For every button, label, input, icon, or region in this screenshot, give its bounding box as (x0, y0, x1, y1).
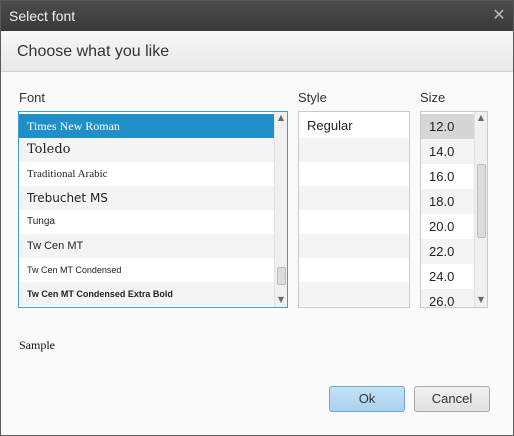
scroll-up-icon[interactable]: ▲ (475, 112, 487, 124)
scroll-down-icon[interactable]: ▼ (275, 294, 287, 306)
font-list-scroll-thumb[interactable] (277, 267, 286, 285)
size-list[interactable]: 12.0 14.0 16.0 18.0 20.0 22.0 24.0 26.0 ▲ ▼ (420, 111, 488, 308)
size-list-scroll-thumb[interactable] (477, 164, 486, 238)
window-title: Select font (9, 8, 76, 24)
size-list-item[interactable]: 22.0 (421, 239, 474, 264)
size-list-item[interactable]: 12.0 (421, 114, 474, 139)
size-list-item[interactable]: 16.0 (421, 164, 474, 189)
sample-text: Sample (19, 338, 55, 352)
title-bar: Select font ✕ (1, 1, 513, 31)
dialog-header: Choose what you like (1, 31, 513, 72)
font-list-item[interactable]: Tw Cen MT Condensed Extra Bold (19, 282, 274, 306)
size-list-item[interactable]: 14.0 (421, 139, 474, 164)
size-list-item[interactable]: 26.0 (421, 289, 474, 307)
style-label: Style (298, 90, 327, 105)
style-list[interactable]: Regular (298, 111, 410, 308)
header-text: Choose what you like (17, 43, 170, 60)
font-list-item[interactable]: Times New Roman (19, 114, 274, 138)
size-list-item[interactable]: 18.0 (421, 189, 474, 214)
style-list-empty-row (299, 162, 409, 186)
style-list-empty-row (299, 234, 409, 258)
font-list-item[interactable]: Toledo (19, 138, 274, 162)
font-label: Font (19, 90, 46, 105)
scroll-down-icon[interactable]: ▼ (475, 294, 487, 306)
font-list-scrollbar[interactable]: ▲ ▼ (274, 112, 287, 307)
close-icon[interactable]: ✕ (491, 7, 507, 23)
style-list-empty-row (299, 258, 409, 282)
size-list-item[interactable]: 24.0 (421, 264, 474, 289)
style-list-empty-row (299, 210, 409, 234)
font-list-item[interactable]: Trebuchet MS (19, 186, 274, 210)
size-label: Size (420, 90, 446, 105)
font-list-item[interactable]: Tw Cen MT (19, 234, 274, 258)
font-list-item[interactable]: Tunga (19, 210, 274, 234)
scroll-up-icon[interactable]: ▲ (275, 112, 287, 124)
font-list-item[interactable]: Tw Cen MT Condensed (19, 258, 274, 282)
cancel-button[interactable]: Cancel (414, 386, 490, 412)
font-list[interactable]: Times New Roman Toledo Traditional Arabic T… (18, 111, 288, 308)
size-list-item[interactable]: 20.0 (421, 214, 474, 239)
style-list-empty-row (299, 186, 409, 210)
style-list-empty-row (299, 282, 409, 306)
size-list-scrollbar[interactable]: ▲ ▼ (474, 112, 487, 307)
style-list-item[interactable]: Regular (299, 114, 409, 138)
select-font-dialog: Select font ✕ Choose what you like Font … (0, 0, 514, 436)
font-list-item[interactable]: Traditional Arabic (19, 162, 274, 186)
style-list-empty-row (299, 138, 409, 162)
ok-button[interactable]: Ok (329, 386, 405, 412)
